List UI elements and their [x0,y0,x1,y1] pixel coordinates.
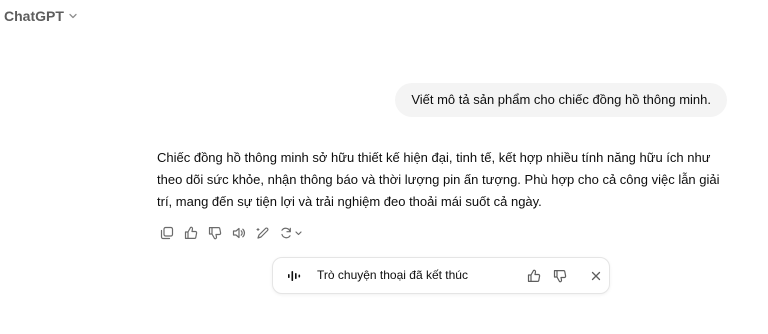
thumbs-down-icon[interactable] [552,268,568,284]
user-message-text: Viết mô tả sản phẩm cho chiếc đồng hồ th… [411,92,711,107]
close-icon[interactable] [588,268,604,284]
user-message: Viết mô tả sản phẩm cho chiếc đồng hồ th… [395,83,727,117]
thumbs-up-icon[interactable] [526,268,542,284]
assistant-message: Chiếc đồng hồ thông minh sở hữu thiết kế… [157,150,720,209]
read-aloud-icon[interactable] [231,225,247,241]
voice-ended-text: Trò chuyện thoại đã kết thúc [317,268,468,282]
message-actions [159,225,303,241]
voice-ended-banner: Trò chuyện thoại đã kết thúc [272,257,610,294]
thumbs-down-icon[interactable] [207,225,223,241]
thumbs-up-icon[interactable] [183,225,199,241]
chat-page: ChatGPT Viết mô tả sản phẩm cho chiếc đồ… [0,0,768,334]
regenerate-icon[interactable] [279,225,303,241]
voice-waveform-icon [287,269,303,283]
copy-icon[interactable] [159,225,175,241]
model-name: ChatGPT [4,8,64,24]
edit-canvas-icon[interactable] [255,225,271,241]
chevron-down-icon [68,11,78,21]
model-selector[interactable]: ChatGPT [4,8,78,24]
